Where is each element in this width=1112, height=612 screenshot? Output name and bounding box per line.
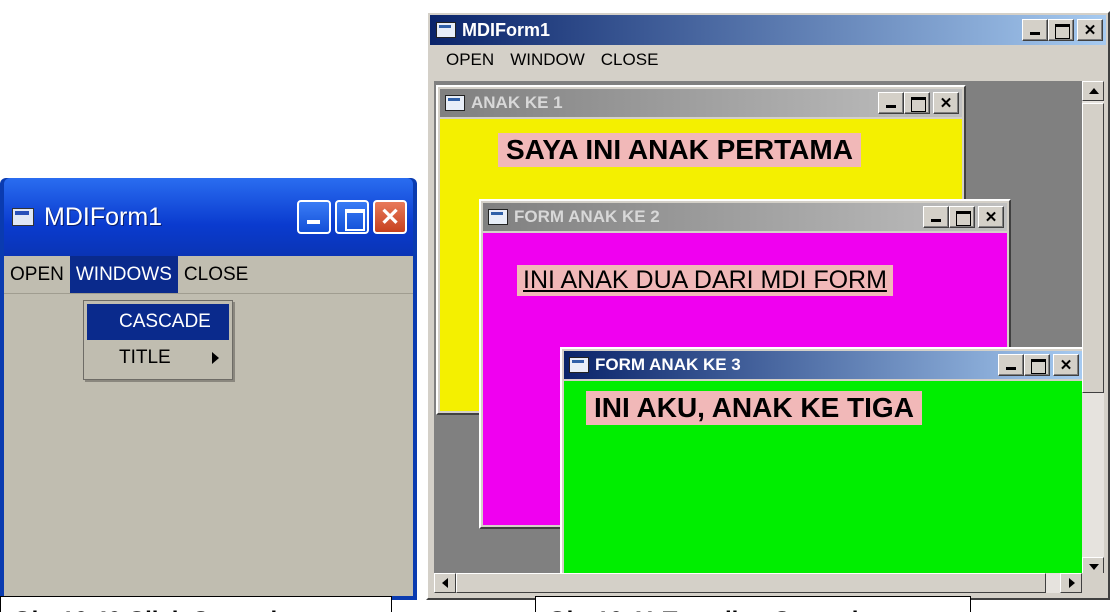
child-label: SAYA INI ANAK PERTAMA	[498, 133, 861, 167]
client-area: OPEN WINDOWS CLOSE CASCADE TITLE	[4, 256, 413, 596]
close-icon: ✕	[1059, 357, 1073, 374]
menu-open[interactable]: OPEN	[4, 256, 70, 293]
app-icon	[12, 208, 34, 226]
maximize-icon	[950, 207, 974, 227]
menu-open[interactable]: OPEN	[446, 50, 494, 70]
child-title: ANAK KE 1	[471, 93, 563, 112]
maximize-button[interactable]	[335, 200, 369, 234]
child-window-3[interactable]: FORM ANAK KE 3 ✕ INI AKU, ANAK KE TIGA	[560, 347, 1082, 577]
minimize-icon	[924, 207, 948, 227]
window-title: MDIForm1	[462, 19, 551, 40]
close-button[interactable]: ✕	[1053, 354, 1079, 376]
minimize-button[interactable]	[998, 354, 1024, 376]
maximize-icon	[1049, 20, 1073, 40]
menu-windows[interactable]: WINDOWS	[69, 256, 178, 293]
arrow-right-icon	[1069, 578, 1075, 588]
figure-caption-right: Gbr.10.41 Tampilan Cascade	[535, 596, 971, 612]
vertical-scrollbar[interactable]	[1082, 81, 1104, 577]
close-icon: ✕	[984, 209, 998, 226]
close-button[interactable]: ✕	[373, 200, 407, 234]
form-icon	[569, 357, 589, 373]
child-label: INI AKU, ANAK KE TIGA	[586, 391, 922, 425]
minimize-icon	[299, 202, 329, 232]
minimize-button[interactable]	[1022, 19, 1048, 41]
menu-item-cascade[interactable]: CASCADE	[87, 304, 229, 340]
minimize-icon	[879, 93, 903, 113]
maximize-button[interactable]	[1024, 354, 1050, 376]
child-title-bar[interactable]: FORM ANAK KE 3 ✕	[564, 351, 1082, 379]
scroll-thumb[interactable]	[456, 573, 1046, 593]
maximize-icon	[905, 93, 929, 113]
maximize-button[interactable]	[1048, 19, 1074, 41]
minimize-button[interactable]	[878, 92, 904, 114]
form-icon	[488, 209, 508, 225]
arrow-down-icon	[1089, 564, 1099, 570]
child-label: INI ANAK DUA DARI MDI FORM	[517, 265, 893, 296]
title-bar[interactable]: MDIForm1 ✕	[4, 178, 413, 256]
horizontal-scrollbar[interactable]	[434, 573, 1082, 593]
maximize-icon	[337, 202, 367, 232]
close-button[interactable]: ✕	[978, 206, 1004, 228]
menu-close[interactable]: CLOSE	[601, 50, 659, 70]
child-title: FORM ANAK KE 3	[595, 355, 741, 374]
windows-dropdown: CASCADE TITLE	[83, 300, 233, 380]
app-icon	[436, 22, 456, 38]
submenu-arrow-icon	[212, 352, 219, 364]
window-title: MDIForm1	[44, 202, 163, 231]
minimize-icon	[999, 355, 1023, 375]
scroll-right-button[interactable]	[1060, 573, 1082, 593]
minimize-button[interactable]	[923, 206, 949, 228]
close-button[interactable]: ✕	[933, 92, 959, 114]
menu-close[interactable]: CLOSE	[178, 256, 254, 293]
scroll-up-button[interactable]	[1082, 81, 1104, 101]
menu-bar: OPEN WINDOW CLOSE	[430, 45, 1106, 75]
close-icon: ✕	[939, 95, 953, 112]
mdi-client-area: ANAK KE 1 ✕ SAYA INI ANAK PERTAMA FORM A…	[434, 81, 1082, 577]
close-icon: ✕	[1083, 22, 1097, 39]
scroll-thumb[interactable]	[1082, 103, 1104, 393]
menu-window[interactable]: WINDOW	[510, 50, 585, 70]
arrow-up-icon	[1089, 88, 1099, 94]
maximize-button[interactable]	[949, 206, 975, 228]
menu-item-title[interactable]: TITLE	[87, 340, 229, 376]
title-bar[interactable]: MDIForm1 ✕	[430, 15, 1106, 45]
menu-item-title-label: TITLE	[119, 347, 171, 368]
child-title-bar[interactable]: FORM ANAK KE 2 ✕	[483, 203, 1007, 231]
form-icon	[445, 95, 465, 111]
minimize-button[interactable]	[297, 200, 331, 234]
mdi-window-classic: MDIForm1 ✕ OPEN WINDOW CLOSE ANAK KE 1 ✕	[426, 11, 1110, 600]
maximize-icon	[1025, 355, 1049, 375]
menu-bar: OPEN WINDOWS CLOSE	[4, 256, 413, 294]
child-title: FORM ANAK KE 2	[514, 207, 660, 226]
figure-caption-left: Gbr.10.40 Click Cascade	[0, 596, 392, 612]
child-title-bar[interactable]: ANAK KE 1 ✕	[440, 89, 962, 117]
close-button[interactable]: ✕	[1077, 19, 1103, 41]
mdi-window-xp: MDIForm1 ✕ OPEN WINDOWS CLOSE CASCADE TI…	[0, 178, 417, 600]
arrow-left-icon	[442, 578, 448, 588]
maximize-button[interactable]	[904, 92, 930, 114]
resize-grip-icon[interactable]	[1082, 573, 1104, 593]
scroll-left-button[interactable]	[434, 573, 456, 593]
minimize-icon	[1023, 20, 1047, 40]
close-icon: ✕	[379, 203, 401, 231]
child-body: INI AKU, ANAK KE TIGA	[564, 381, 1082, 577]
